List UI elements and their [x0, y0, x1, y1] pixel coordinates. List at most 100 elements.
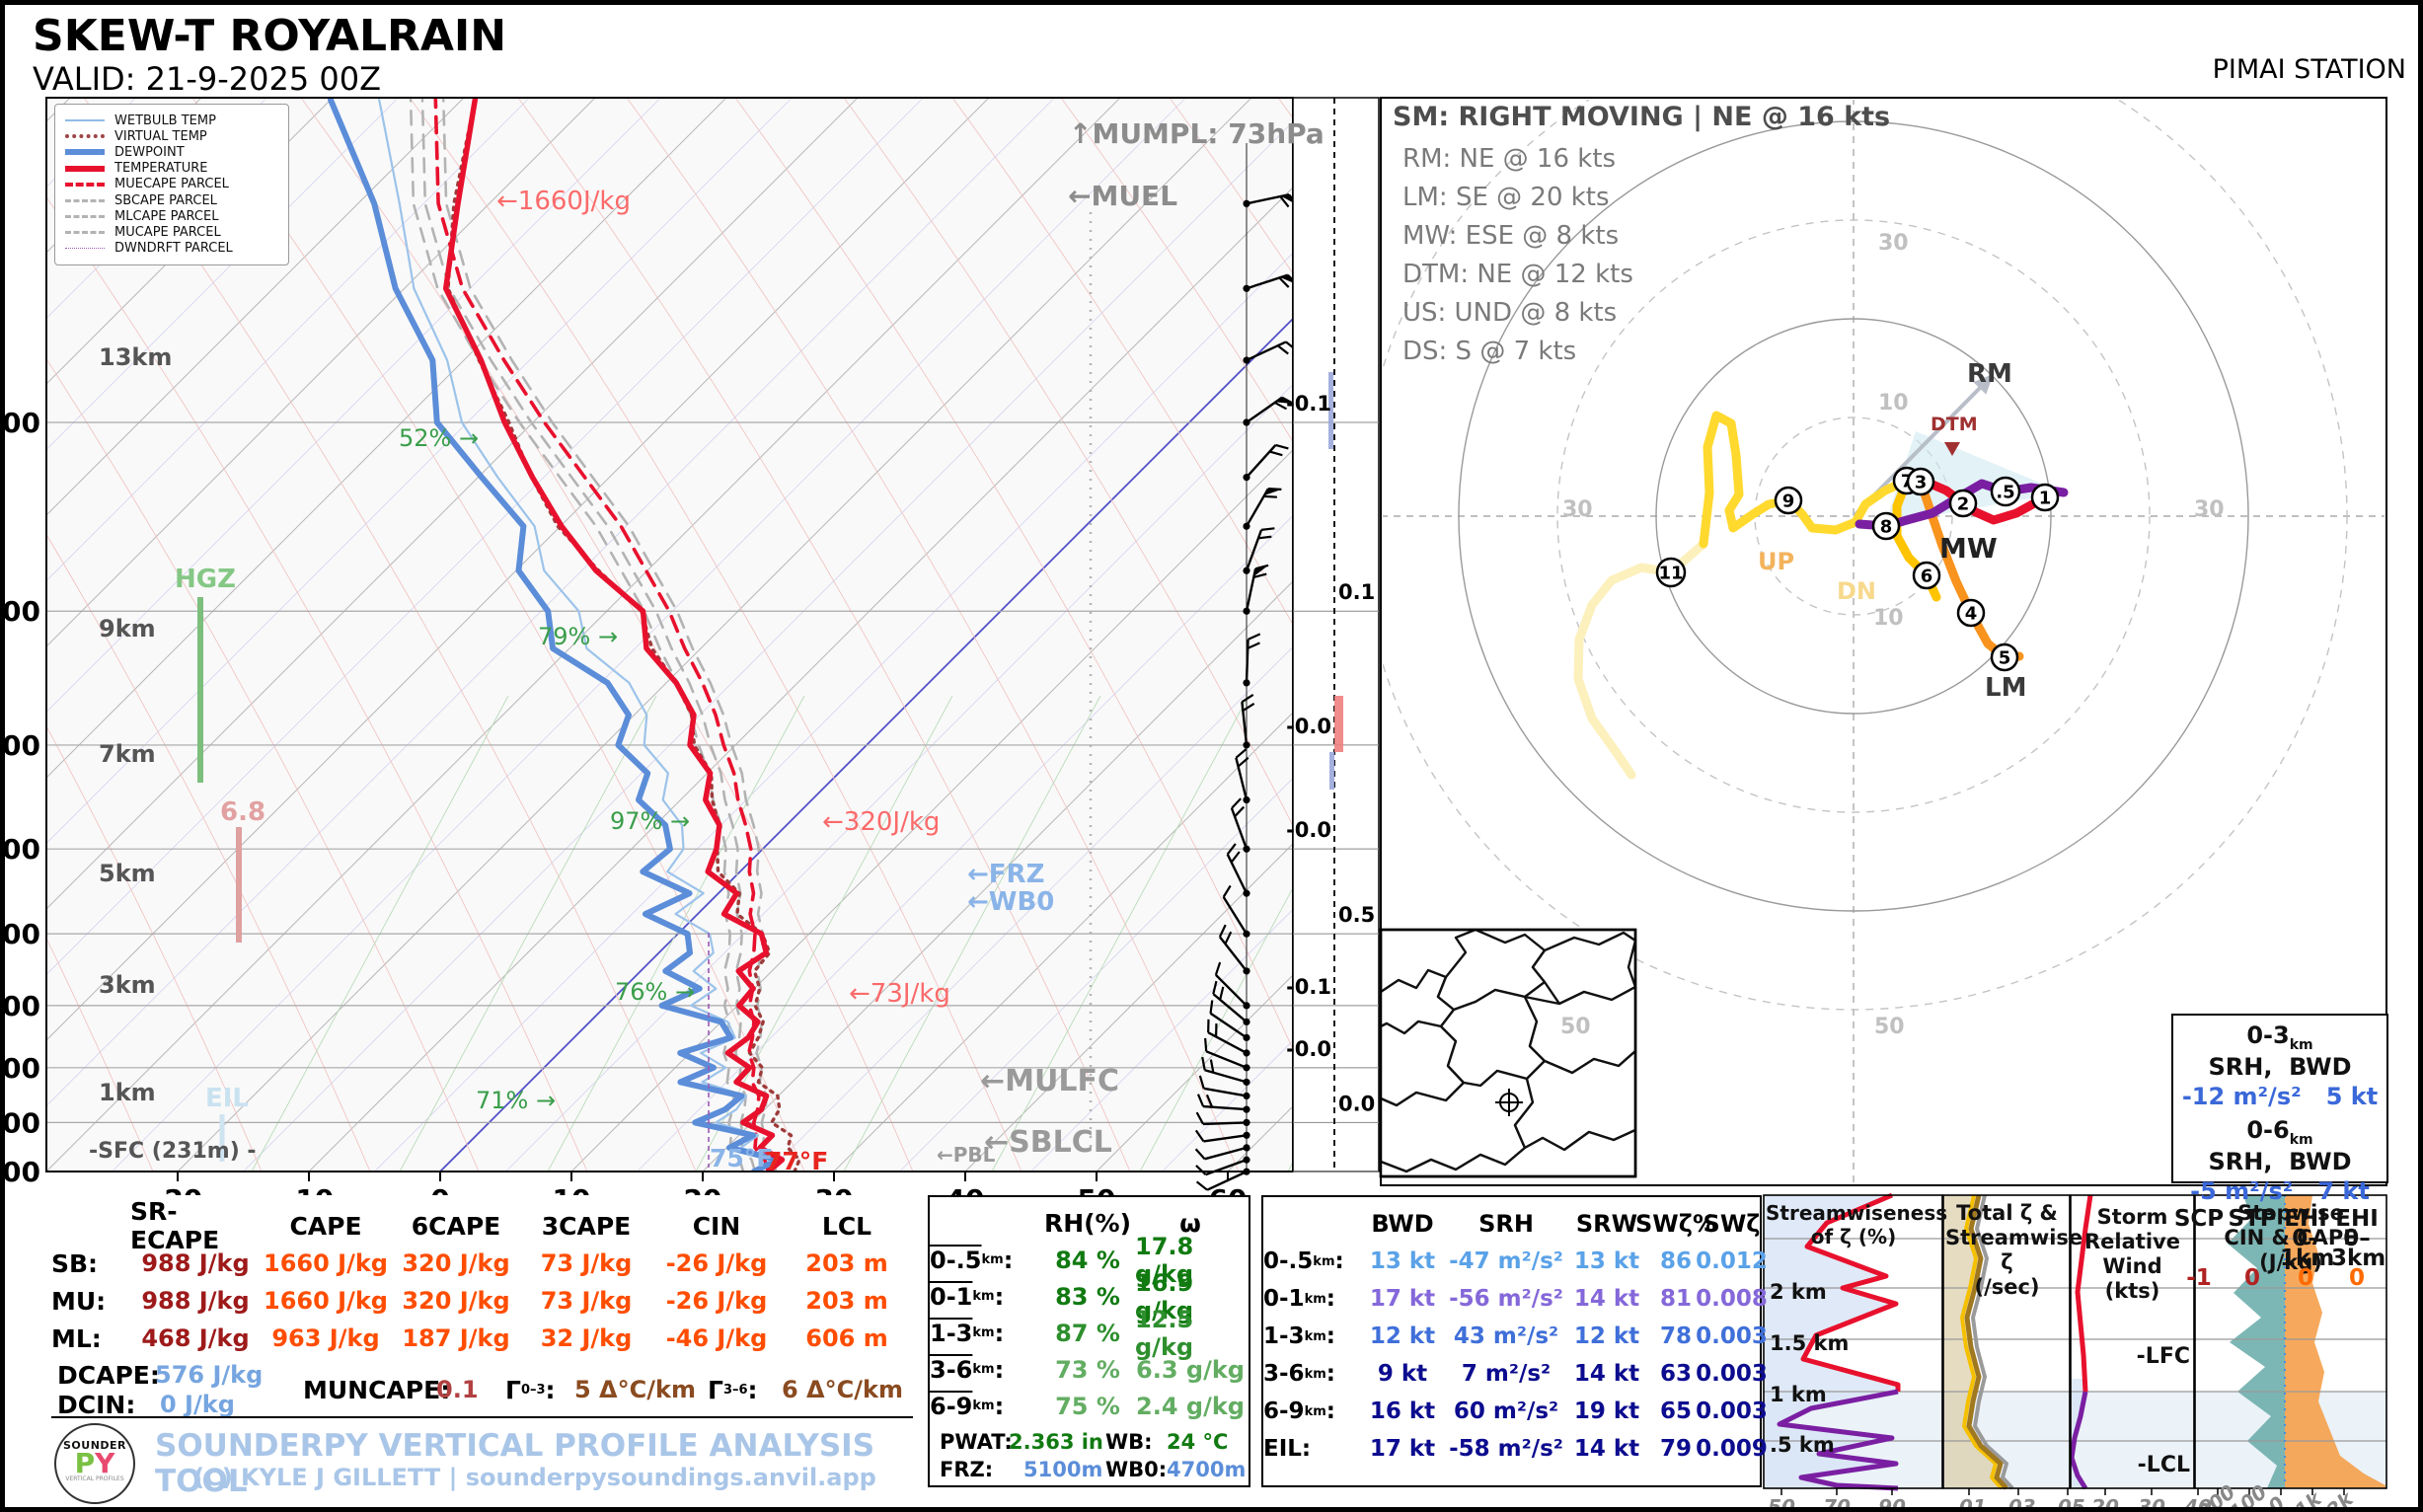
table-cell: -26 J/kg	[665, 1287, 768, 1315]
table-cell: 3-6 km:	[930, 1355, 1005, 1384]
table-cell: 1-3 km:	[1263, 1323, 1335, 1349]
svg-text:50: 50	[1560, 1015, 1591, 1039]
table-cell: SR-ECAPE	[130, 1197, 220, 1254]
svg-text:6.8: 6.8	[220, 797, 265, 827]
svg-text:10: 10	[1873, 606, 1904, 631]
legend-label: TEMPERATURE	[114, 161, 208, 177]
legend-label: MUCAPE PARCEL	[114, 224, 221, 240]
svg-text:8: 8	[1880, 517, 1893, 538]
svg-text:-0.0: -0.0	[1286, 715, 1331, 738]
svg-text:-0.1: -0.1	[1286, 392, 1331, 416]
table-cell	[930, 1205, 1040, 1242]
svg-text:←FRZ: ←FRZ	[967, 860, 1044, 889]
svg-text:1km: 1km	[99, 1079, 156, 1106]
moisture-field: 4700m	[1167, 1458, 1247, 1481]
svg-text:←PBL: ←PBL	[937, 1143, 996, 1167]
panel-title-vorticity: Total ζ & Streamwise ζ (/sec)	[1945, 1201, 2083, 1299]
table-cell: SRH	[1478, 1210, 1534, 1238]
table-cell: 9 kt	[1377, 1361, 1428, 1387]
svg-text:.5: .5	[1996, 483, 2014, 503]
table-cell	[51, 1207, 130, 1245]
table-cell: 0.003	[1696, 1399, 1768, 1424]
svg-text:-0.0: -0.0	[1286, 1037, 1331, 1061]
svg-text:←MUEL: ←MUEL	[1068, 180, 1177, 212]
table-cell: 606 m	[805, 1324, 888, 1352]
srh-0-3-header: 0-3km SRH, BWD	[2208, 1021, 2352, 1081]
table-cell: 0-1 km:	[930, 1282, 1005, 1311]
table-cell: 0.003	[1696, 1361, 1768, 1387]
svg-text:5: 5	[1999, 648, 2011, 669]
svg-text:70: 70	[1823, 1495, 1851, 1512]
svg-text:DTM: DTM	[1931, 414, 1978, 435]
legend-label: DEWPOINT	[114, 144, 185, 160]
svg-text:←MULFC: ←MULFC	[980, 1064, 1119, 1098]
table-cell: 75 %	[1055, 1392, 1120, 1420]
scp-label: SCP	[2173, 1205, 2225, 1232]
svg-text:75°F: 75°F	[710, 1144, 773, 1172]
table-cell: 16 kt	[1369, 1399, 1436, 1424]
table-cell: CAPE	[289, 1211, 362, 1241]
srh-0-6-header: 0-6km SRH, BWD	[2208, 1115, 2352, 1175]
legend-label: DWNDRFT PARCEL	[114, 241, 233, 257]
table-cell: 83 %	[1055, 1282, 1120, 1311]
stat-field: MUNCAPE:	[303, 1376, 451, 1404]
table-cell: EIL:	[1263, 1436, 1312, 1462]
table-cell: RH(%)	[1043, 1209, 1132, 1238]
table-cell: 6.3 g/kg	[1136, 1355, 1245, 1384]
svg-text:9: 9	[1782, 491, 1795, 512]
table-cell: 60 m²/s²	[1453, 1399, 1559, 1424]
legend-item: DWNDRFT PARCEL	[65, 241, 278, 257]
table-cell: 13 kt	[1369, 1248, 1436, 1274]
table-cell: 0-.5 km:	[1263, 1248, 1344, 1274]
table-cell: 203 m	[805, 1287, 888, 1315]
legend-line-sample	[65, 119, 105, 122]
svg-text:50: 50	[1874, 1015, 1905, 1039]
svg-text:97% →: 97% →	[610, 807, 690, 835]
table-cell: BWD	[1371, 1210, 1434, 1238]
svg-text:52% →: 52% →	[399, 424, 479, 452]
svg-text:-LCL: -LCL	[2138, 1453, 2190, 1477]
table-cell: 19 kt	[1573, 1399, 1640, 1424]
svg-text:500: 500	[5, 833, 40, 866]
legend-line-sample	[65, 214, 105, 218]
legend-label: VIRTUAL TEMP	[114, 128, 207, 144]
ehi1-value: 0	[2297, 1264, 2313, 1291]
legend-line-sample	[65, 248, 105, 250]
svg-text:-SFC (231m) -: -SFC (231m) -	[89, 1139, 257, 1164]
svg-text:←WB0: ←WB0	[967, 887, 1054, 917]
table-cell: SWζ%	[1635, 1210, 1716, 1238]
table-cell: 14 kt	[1573, 1361, 1640, 1387]
moisture-field: 24 °C	[1167, 1430, 1229, 1454]
footer-divider	[51, 1416, 913, 1418]
svg-text:UP: UP	[1758, 548, 1794, 575]
stat-field: Γ 0–3:	[505, 1376, 556, 1404]
table-cell: 0-.5 km:	[930, 1246, 1014, 1274]
svg-text:EIL: EIL	[205, 1084, 249, 1113]
table-cell: 73 J/kg	[540, 1287, 633, 1315]
table-cell: 73 J/kg	[540, 1249, 633, 1277]
station-name: PIMAI STATION	[2212, 54, 2406, 85]
legend-label: SBCAPE PARCEL	[114, 192, 217, 208]
moisture-field: WB0:	[1105, 1458, 1168, 1481]
moisture-field: 5100m	[1023, 1458, 1103, 1481]
table-cell: 0.009	[1696, 1436, 1768, 1462]
ehi1-label: EHI 0–1km	[2280, 1205, 2335, 1271]
stp-value: 0	[2243, 1264, 2260, 1291]
rh-moisture-table: RH(%) ω 0-.5 km:84 % 17.8 g/kg 0-1 km:83 % 16.9…	[928, 1195, 1250, 1487]
table-cell: 0.003	[1696, 1323, 1768, 1349]
svg-text:1k: 1k	[2290, 1486, 2327, 1512]
svg-text:.5 km: .5 km	[1770, 1433, 1835, 1457]
legend-line-sample	[65, 182, 105, 187]
table-cell: LCL	[821, 1211, 872, 1241]
table-cell: 320 J/kg	[402, 1249, 510, 1277]
map-inset	[1379, 928, 1637, 1178]
table-cell: 87 %	[1055, 1319, 1120, 1347]
svg-text:2k: 2k	[2321, 1486, 2359, 1512]
legend-item: DEWPOINT	[65, 144, 278, 160]
page-title: SKEW-T ROYALRAIN	[33, 11, 507, 61]
svg-text:13km: 13km	[99, 343, 172, 371]
svg-text:-LFC: -LFC	[2137, 1344, 2190, 1369]
table-cell: 963 J/kg	[271, 1324, 380, 1352]
stp-label: STP	[2228, 1205, 2277, 1232]
scp-value: -1	[2186, 1264, 2212, 1291]
